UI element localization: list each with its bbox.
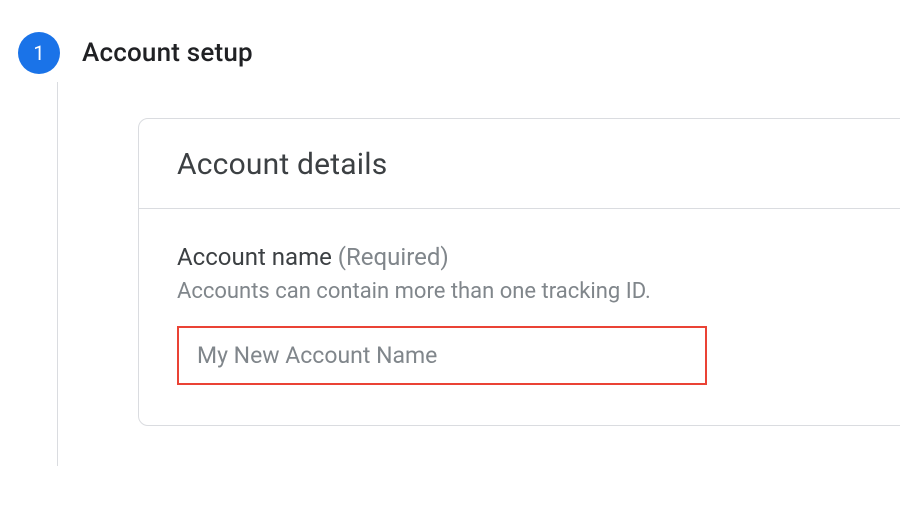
account-name-helper: Accounts can contain more than one track…	[177, 279, 879, 304]
step-number: 1	[33, 41, 44, 65]
account-name-input-wrap	[177, 326, 707, 385]
step-title: Account setup	[82, 38, 253, 68]
account-details-card: Account details Account name (Required) …	[138, 118, 900, 426]
account-name-required: (Required)	[338, 243, 449, 271]
card-body: Account name (Required) Accounts can con…	[139, 209, 900, 425]
step-number-badge: 1	[18, 32, 60, 74]
account-name-label-row: Account name (Required)	[177, 243, 879, 271]
account-setup-stepper: 1 Account setup Account details Account …	[0, 0, 900, 466]
step-body: Account details Account name (Required) …	[57, 82, 900, 466]
card-header: Account details	[139, 119, 900, 209]
card-header-title: Account details	[177, 147, 879, 182]
account-name-input[interactable]	[179, 328, 705, 383]
account-name-label: Account name	[177, 243, 332, 271]
step-header: 1 Account setup	[18, 32, 900, 74]
